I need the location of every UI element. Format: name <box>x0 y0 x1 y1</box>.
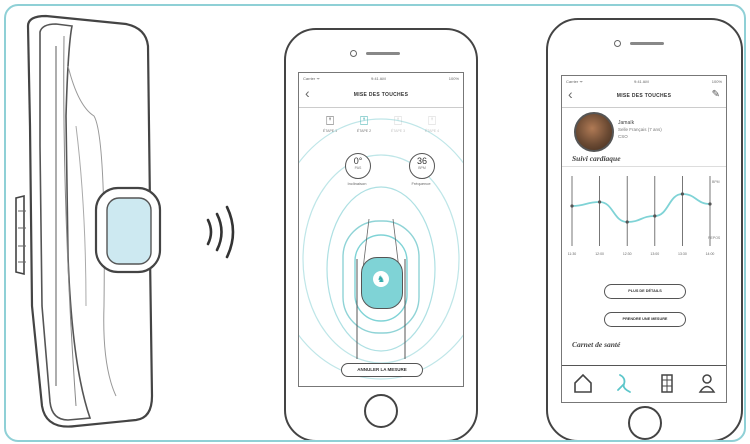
sensor-band-illustration <box>15 14 162 428</box>
gauge-right: 36 BPM <box>409 153 435 179</box>
screen-measure: Carrier ᯤ 9:41 AM 100% ‹ MISE DES TOUCHE… <box>298 72 464 387</box>
measure-field <box>299 118 463 380</box>
front-camera <box>614 40 621 47</box>
status-carrier: Carrier ᯤ <box>303 76 320 81</box>
step-1[interactable]: ⍞ ÉTAPE 1 <box>317 113 343 133</box>
home-icon[interactable] <box>572 372 594 394</box>
profile-discipline: CSO <box>618 134 628 139</box>
status-time: 9:41 AM <box>634 79 649 84</box>
chart-point <box>625 220 629 224</box>
gauge-left-value: 0° <box>353 156 363 166</box>
phone-profile: Carrier ᯤ 9:41 AM 100% ‹ MISE DES TOUCHE… <box>546 18 743 440</box>
nav-title: MISE DES TOUCHES <box>353 92 409 98</box>
step-4[interactable]: ⍞ ÉTAPE 4 <box>419 113 445 133</box>
step-label: ÉTAPE 3 <box>390 129 406 133</box>
more-details-button[interactable]: PLUS DE DÉTAILS <box>604 284 686 299</box>
sensor-screen <box>106 197 152 265</box>
stable-icon: ⍞ <box>394 113 402 128</box>
chart-point <box>570 204 574 208</box>
chart-x-tick-label: 12:30 <box>623 252 632 256</box>
gauge-right-label: Fréquence <box>411 181 431 186</box>
gauge-right-unit: BPM <box>418 166 426 170</box>
section-title-cardiac: Suivi cardiaque <box>572 154 621 163</box>
status-time: 9:41 AM <box>371 76 386 81</box>
chart-x-tick-label: 11:30 <box>568 252 577 256</box>
stable-icon: ⍞ <box>428 113 436 128</box>
gauge-left-unit: PAS <box>354 166 362 170</box>
take-measure-button[interactable]: PRENDRE UNE MESURE <box>604 312 686 327</box>
nav-divider <box>299 107 463 108</box>
wifi-signal-icon <box>206 205 235 259</box>
chart-bottom-label: REPOS <box>708 236 721 240</box>
walk-icon[interactable] <box>614 372 636 394</box>
profile-breed: Selle Français (7 ans) <box>618 127 662 132</box>
profile-icon[interactable] <box>696 372 718 394</box>
chart-x-tick-label: 13:30 <box>678 252 687 256</box>
profile-name: Jamaïk <box>618 120 635 126</box>
status-carrier: Carrier ᯤ <box>566 79 583 84</box>
gauge-left-label: Inclinaison <box>347 181 367 186</box>
nav-title: MISE DES TOUCHES <box>616 93 672 99</box>
horse-icon: ♞ <box>373 271 389 287</box>
stable-icon: ⍞ <box>326 113 334 128</box>
chart-top-label: BPM <box>712 180 720 184</box>
status-bar: Carrier ᯤ 9:41 AM 100% <box>299 73 463 85</box>
stable-icon[interactable] <box>656 372 678 394</box>
status-bar: Carrier ᯤ 9:41 AM 100% <box>562 76 726 88</box>
step-3[interactable]: ⍞ ÉTAPE 3 <box>385 113 411 133</box>
gauge-right-value: 36 <box>416 156 427 166</box>
cancel-measure-button[interactable]: ANNULER LA MESURE <box>341 363 423 377</box>
chart-x-tick-label: 14:00 <box>706 252 715 256</box>
step-label: ÉTAPE 1 <box>322 129 338 133</box>
nav-divider <box>562 107 726 108</box>
edit-pencil-icon[interactable]: ✎ <box>712 89 720 100</box>
tab-bar <box>562 365 726 402</box>
section-title-health: Carnet de santé <box>572 340 621 349</box>
chart-point <box>598 200 602 204</box>
speaker <box>630 42 664 45</box>
avatar[interactable] <box>574 112 614 152</box>
chart-point <box>653 214 657 218</box>
step-label: ÉTAPE 2 <box>356 129 372 133</box>
front-camera <box>350 50 357 57</box>
phone-measure: Carrier ᯤ 9:41 AM 100% ‹ MISE DES TOUCHE… <box>284 28 478 440</box>
illustration-frame: Carrier ᯤ 9:41 AM 100% ‹ MISE DES TOUCHE… <box>4 4 746 442</box>
gauge-left: 0° PAS <box>345 153 371 179</box>
chart-point <box>680 192 684 196</box>
status-battery: 100% <box>448 76 459 81</box>
step-2[interactable]: ⍞ ÉTAPE 2 <box>351 113 377 133</box>
home-hardware-button[interactable] <box>628 406 662 440</box>
chart-x-tick-label: 12:00 <box>595 252 604 256</box>
chart-series-line <box>571 193 711 223</box>
chart-x-tick-label: 13:00 <box>650 252 659 256</box>
status-battery: 100% <box>711 79 722 84</box>
home-hardware-button[interactable] <box>364 394 398 428</box>
speaker <box>366 52 400 55</box>
stable-icon: ⍞ <box>360 113 368 128</box>
screen-profile: Carrier ᯤ 9:41 AM 100% ‹ MISE DES TOUCHE… <box>561 75 727 403</box>
section-underline <box>562 166 726 167</box>
heart-rate-chart: 11:30 12:00 12:30 13:00 13:30 14:00 <box>568 176 715 256</box>
step-label: ÉTAPE 4 <box>424 129 440 133</box>
chart-point <box>708 202 712 206</box>
